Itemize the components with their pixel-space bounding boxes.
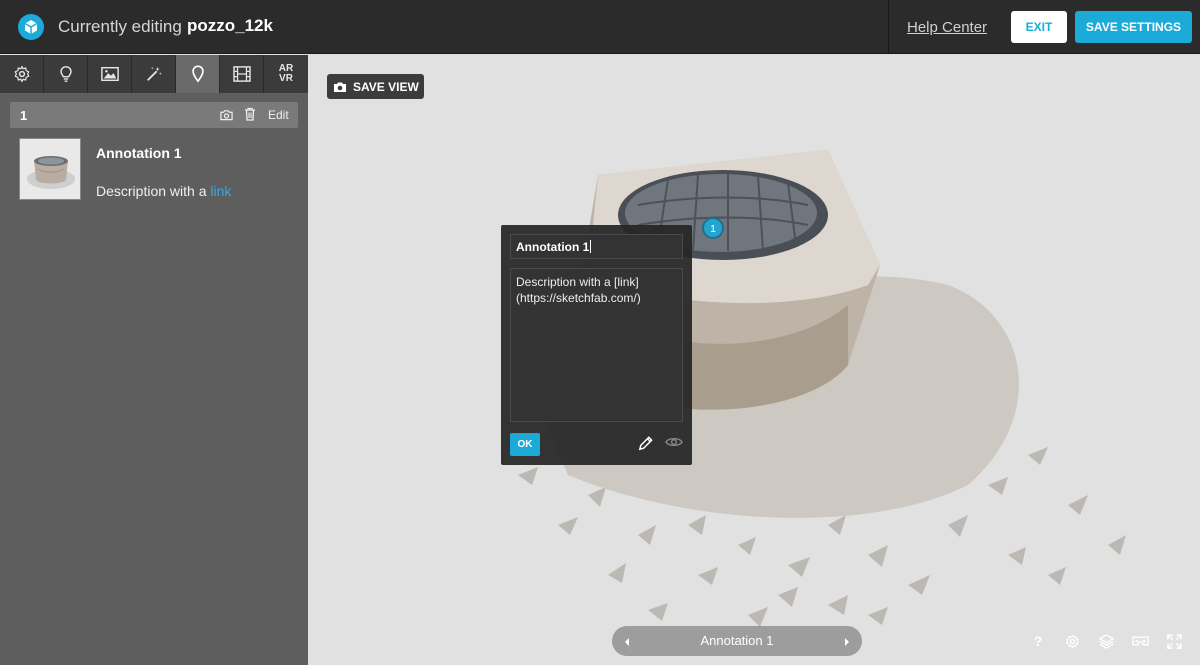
- save-view-label: SAVE VIEW: [353, 79, 419, 94]
- tab-annotations[interactable]: [176, 55, 220, 93]
- lightbulb-icon: [59, 66, 72, 82]
- tab-lighting[interactable]: [44, 55, 88, 93]
- 3d-model: 1: [518, 150, 1126, 627]
- text-cursor: [590, 240, 592, 253]
- film-icon: [232, 66, 251, 82]
- description-link[interactable]: link: [210, 183, 231, 199]
- annotation-title-input[interactable]: Annotation 1: [510, 234, 683, 259]
- tab-post-processing[interactable]: [132, 55, 176, 93]
- top-bar: Currently editing pozzo_12k Help Center …: [0, 0, 1200, 54]
- vr-headset-icon[interactable]: [1131, 632, 1149, 650]
- 3d-viewport[interactable]: 1 SAVE VIEW: [308, 55, 1200, 665]
- camera-icon[interactable]: [220, 108, 233, 126]
- annotation-navigator: Annotation 1: [612, 626, 862, 656]
- sidebar: AR VR 1 Edit Annotation 1 Description wi…: [0, 55, 308, 665]
- annotation-description: Description with a link: [96, 183, 232, 199]
- ok-button[interactable]: OK: [510, 433, 540, 456]
- annotation-number: 1: [20, 108, 28, 123]
- annotation-description-textarea[interactable]: Description with a [link](https://sketch…: [510, 268, 683, 422]
- annotation-marker-label: 1: [710, 224, 716, 235]
- edit-link[interactable]: Edit: [268, 108, 289, 122]
- model-name: pozzo_12k: [187, 16, 273, 35]
- fullscreen-icon[interactable]: [1165, 632, 1183, 650]
- next-annotation-button[interactable]: [844, 635, 850, 650]
- pencil-icon[interactable]: [637, 435, 654, 457]
- help-center-link[interactable]: Help Center: [907, 19, 987, 36]
- divider: [888, 0, 889, 54]
- annotation-editor-popup: Annotation 1 Description with a [link](h…: [501, 225, 692, 465]
- layers-icon[interactable]: [1097, 632, 1115, 650]
- ar-vr-icon: AR VR: [278, 63, 294, 84]
- save-settings-button[interactable]: SAVE SETTINGS: [1075, 11, 1192, 43]
- eye-icon[interactable]: [665, 435, 683, 454]
- trash-icon[interactable]: [244, 107, 256, 126]
- tab-ar-vr[interactable]: AR VR: [264, 55, 308, 93]
- gear-icon: [14, 65, 29, 83]
- editing-label: Currently editing: [58, 17, 182, 36]
- exit-button[interactable]: EXIT: [1011, 11, 1067, 43]
- settings-gear-icon[interactable]: [1063, 632, 1081, 650]
- sidebar-tabs: AR VR: [0, 55, 308, 93]
- annotation-title: Annotation 1: [96, 145, 182, 161]
- camera-icon: [334, 82, 346, 92]
- image-icon: [100, 66, 119, 82]
- tab-animation[interactable]: [220, 55, 264, 93]
- tab-background[interactable]: [88, 55, 132, 93]
- map-pin-icon: [191, 65, 204, 83]
- tab-scene-settings[interactable]: [0, 55, 44, 93]
- sketchfab-logo-icon[interactable]: [18, 14, 44, 40]
- save-view-button[interactable]: SAVE VIEW: [327, 74, 424, 99]
- annotation-thumbnail: [19, 138, 81, 200]
- current-annotation-label: Annotation 1: [700, 633, 774, 648]
- help-icon[interactable]: ?: [1029, 632, 1047, 650]
- magic-wand-icon: [146, 66, 162, 81]
- annotation-list-item[interactable]: 1 Edit: [10, 102, 298, 128]
